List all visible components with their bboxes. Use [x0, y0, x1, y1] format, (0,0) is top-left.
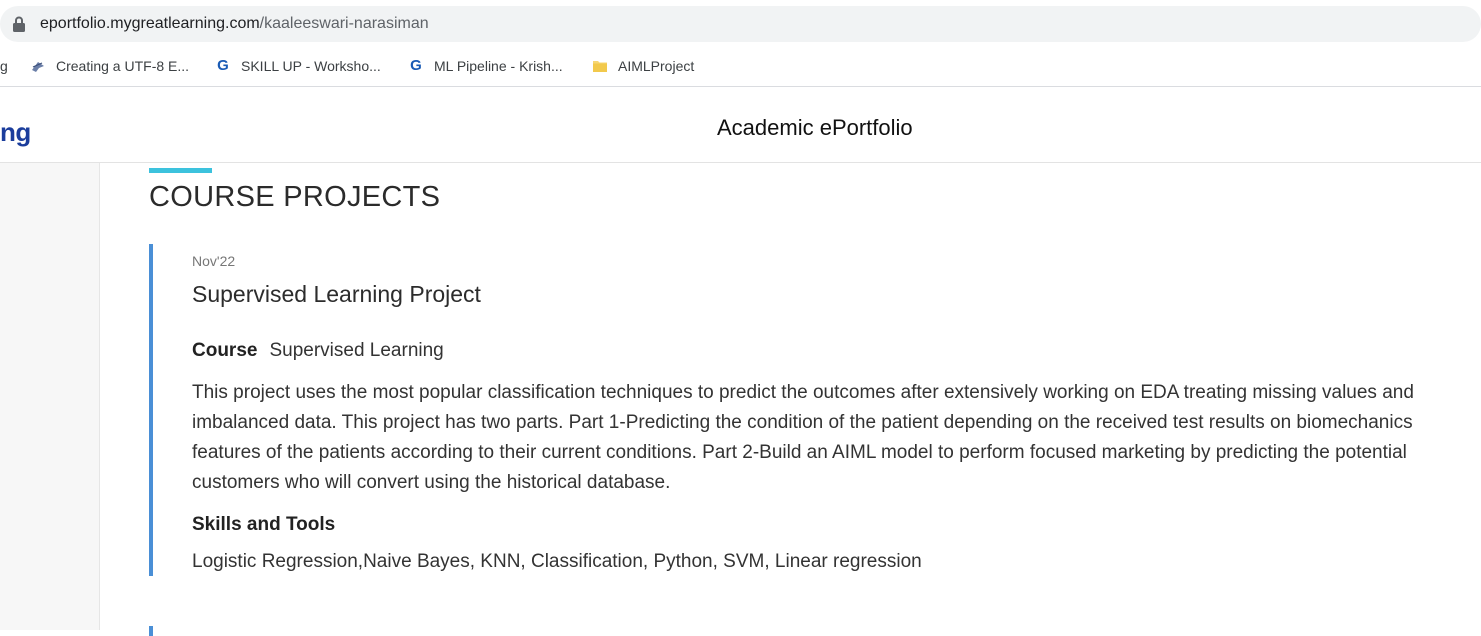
skills-heading: Skills and Tools	[192, 514, 336, 535]
course-value: Supervised Learning	[269, 340, 444, 361]
page-title: Academic ePortfolio	[717, 115, 913, 140]
left-sidebar	[0, 163, 100, 630]
bookmark-item[interactable]: G SKILL UP - Worksho...	[215, 55, 381, 77]
course-label: Course	[192, 340, 258, 361]
skills-list: Logistic Regression,Naive Bayes, KNN, Cl…	[192, 551, 922, 572]
bookmark-item[interactable]: Creating a UTF-8 E...	[30, 55, 189, 77]
lock-icon[interactable]	[12, 16, 26, 32]
url-field[interactable]: eportfolio.mygreatlearning.com/kaaleeswa…	[0, 6, 1481, 42]
project-description: This project uses the most popular class…	[192, 382, 1414, 493]
bookmark-item[interactable]: AIMLProject	[592, 55, 694, 77]
bookmark-label: g	[0, 58, 8, 74]
project-course: Course Supervised Learning	[192, 340, 444, 362]
project-title: Supervised Learning Project	[192, 281, 481, 307]
section-title: COURSE PROJECTS	[149, 181, 441, 213]
url-domain: eportfolio.mygreatlearning.com	[40, 15, 260, 32]
bookmark-label: Creating a UTF-8 E...	[56, 58, 190, 74]
site-favicon-icon	[32, 62, 44, 72]
project-card	[149, 626, 1481, 636]
bookmark-item[interactable]: g	[0, 55, 8, 77]
url-path: /kaaleeswari-narasiman	[259, 15, 429, 32]
bookmarks-bar: g Creating a UTF-8 E... G SKILL UP - Wor…	[0, 46, 1481, 87]
bookmark-label: SKILL UP - Worksho...	[241, 58, 381, 74]
bookmark-label: AIMLProject	[618, 58, 695, 74]
project-date: Nov'22	[192, 253, 236, 269]
address-bar: eportfolio.mygreatlearning.com/kaaleeswa…	[0, 0, 1481, 46]
bookmark-item[interactable]: G ML Pipeline - Krish...	[408, 55, 563, 77]
folder-icon	[593, 61, 607, 72]
project-card: Nov'22 Supervised Learning Project Cours…	[149, 244, 1481, 576]
g-icon: G	[217, 57, 229, 74]
url-text[interactable]: eportfolio.mygreatlearning.com/kaaleeswa…	[40, 14, 429, 34]
section-accent-bar	[149, 168, 212, 173]
bookmark-label: ML Pipeline - Krish...	[434, 58, 563, 74]
g-icon: G	[410, 57, 422, 74]
site-logo[interactable]: ng	[0, 117, 31, 147]
site-header: ng Academic ePortfolio	[0, 87, 1481, 163]
